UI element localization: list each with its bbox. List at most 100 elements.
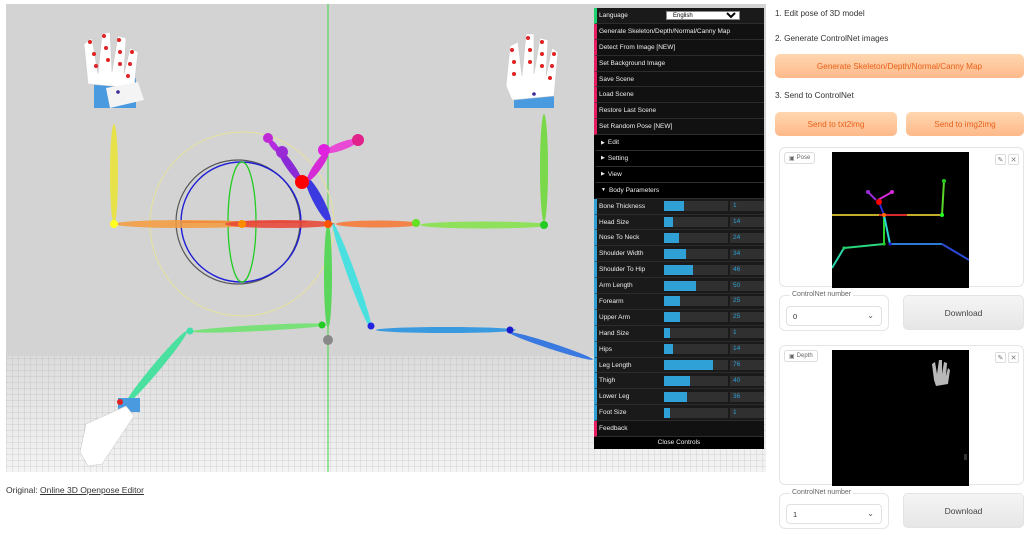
bone-torso-right[interactable] bbox=[329, 222, 375, 330]
download-pose-button[interactable]: Download bbox=[903, 295, 1024, 330]
set-random-pose-button[interactable]: Set Random Pose [NEW] bbox=[594, 119, 764, 136]
bone-left-thigh[interactable] bbox=[192, 321, 328, 334]
slider-row[interactable]: Leg Length 76 bbox=[594, 357, 764, 374]
slider-track[interactable] bbox=[664, 360, 728, 371]
slider-track[interactable] bbox=[664, 391, 728, 402]
slider-track[interactable] bbox=[664, 264, 728, 275]
slider-track[interactable] bbox=[664, 217, 728, 228]
edit-icon[interactable]: ✎ bbox=[995, 352, 1006, 363]
bone-right-upper-arm[interactable] bbox=[420, 221, 548, 229]
folder-body-parameters[interactable]: ▼ Body Parameters bbox=[594, 182, 764, 199]
slider-track[interactable] bbox=[664, 312, 728, 323]
generate-maps-button[interactable]: Generate Skeleton/Depth/Normal/Canny Map bbox=[594, 23, 764, 40]
joint-right-wrist[interactable] bbox=[540, 221, 548, 229]
controlnet-number-select-1[interactable]: 0 ⌄ bbox=[786, 306, 882, 326]
slider-row[interactable]: Head Size 14 bbox=[594, 214, 764, 231]
right-hand-model[interactable] bbox=[505, 33, 559, 108]
detect-from-image-button[interactable]: Detect From Image [NEW] bbox=[594, 39, 764, 56]
close-controls-button[interactable]: Close Controls bbox=[594, 437, 764, 450]
slider-row[interactable]: Shoulder To Hip 46 bbox=[594, 262, 764, 279]
slider-row[interactable]: Forearm 25 bbox=[594, 294, 764, 310]
slider-track[interactable] bbox=[664, 232, 728, 243]
depth-preview-image[interactable] bbox=[832, 350, 969, 486]
slider-row[interactable]: Nose To Neck 24 bbox=[594, 230, 764, 247]
slider-label: Lower Leg bbox=[599, 393, 630, 401]
slider-row[interactable]: Hips 14 bbox=[594, 341, 764, 358]
bone-right-forearm[interactable] bbox=[540, 114, 548, 222]
slider-value-input[interactable]: 25 bbox=[730, 312, 764, 323]
download-depth-button[interactable]: Download bbox=[903, 493, 1024, 528]
slider-value-input[interactable]: 50 bbox=[730, 280, 764, 291]
close-icon[interactable]: ✕ bbox=[1008, 352, 1019, 363]
joint-left-hand[interactable] bbox=[110, 220, 118, 228]
joint-left-eye[interactable] bbox=[276, 146, 288, 158]
send-to-img2img-button[interactable]: Send to img2img bbox=[906, 112, 1024, 136]
slider-value-input[interactable]: 25 bbox=[730, 296, 764, 307]
slider-fill bbox=[664, 312, 680, 323]
set-background-image-button[interactable]: Set Background Image bbox=[594, 55, 764, 72]
generate-maps-main-button[interactable]: Generate Skeleton/Depth/Normal/Canny Map bbox=[775, 54, 1024, 78]
controlnet-number-select-2[interactable]: 1 ⌄ bbox=[786, 504, 882, 524]
original-editor-link[interactable]: Online 3D Openpose Editor bbox=[40, 485, 144, 495]
slider-track[interactable] bbox=[664, 201, 728, 212]
joint-right-elbow[interactable] bbox=[412, 219, 420, 227]
slider-row[interactable]: Thigh 40 bbox=[594, 373, 764, 390]
slider-track[interactable] bbox=[664, 407, 728, 418]
send-to-txt2img-button[interactable]: Send to txt2img bbox=[775, 112, 897, 136]
slider-track[interactable] bbox=[664, 280, 728, 291]
chevron-down-icon: ⌄ bbox=[867, 311, 874, 320]
slider-row[interactable]: Arm Length 50 bbox=[594, 278, 764, 295]
slider-row[interactable]: Upper Arm 25 bbox=[594, 309, 764, 326]
folder-edit[interactable]: ▶ Edit bbox=[594, 135, 764, 152]
slider-value-input[interactable]: 14 bbox=[730, 344, 764, 355]
close-icon[interactable]: ✕ bbox=[1008, 154, 1019, 165]
folder-setting[interactable]: ▶ Setting bbox=[594, 151, 764, 167]
save-scene-button[interactable]: Save Scene bbox=[594, 71, 764, 88]
bone-right-thigh[interactable] bbox=[376, 327, 516, 333]
joint-left-knee[interactable] bbox=[186, 327, 194, 335]
slider-track[interactable] bbox=[664, 296, 728, 307]
slider-track[interactable] bbox=[664, 328, 728, 339]
slider-value-input[interactable]: 76 bbox=[730, 360, 764, 371]
slider-fill bbox=[664, 201, 685, 212]
slider-value-input[interactable]: 14 bbox=[730, 217, 764, 228]
slider-row[interactable]: Lower Leg 36 bbox=[594, 389, 764, 406]
bone-torso-left[interactable] bbox=[324, 224, 332, 328]
slider-value-input[interactable]: 36 bbox=[730, 391, 764, 402]
left-hand-model[interactable] bbox=[83, 31, 144, 108]
bone-left-upper-arm[interactable] bbox=[110, 124, 118, 224]
slider-value-input[interactable]: 1 bbox=[730, 328, 764, 339]
slider-track[interactable] bbox=[664, 248, 728, 259]
app-root: Language English Generate Skeleton/Depth… bbox=[0, 0, 1024, 535]
edit-icon[interactable]: ✎ bbox=[995, 154, 1006, 165]
slider-track[interactable] bbox=[664, 344, 728, 355]
slider-track[interactable] bbox=[664, 375, 728, 386]
slider-row[interactable]: Hand Size 1 bbox=[594, 325, 764, 342]
slider-row[interactable]: Bone Thickness 1 bbox=[594, 198, 764, 215]
slider-value-input[interactable]: 24 bbox=[730, 232, 764, 243]
folder-view[interactable]: ▶ View bbox=[594, 166, 764, 183]
joint-nose[interactable] bbox=[295, 175, 309, 189]
joint-left-shoulder[interactable] bbox=[238, 220, 246, 228]
slider-value-input[interactable]: 34 bbox=[730, 248, 764, 259]
joint-right-eye[interactable] bbox=[318, 144, 330, 156]
slider-row[interactable]: Shoulder Width 34 bbox=[594, 246, 764, 263]
slider-value-input[interactable]: 40 bbox=[730, 375, 764, 386]
control-panel[interactable]: Language English Generate Skeleton/Depth… bbox=[594, 8, 764, 450]
language-select[interactable]: English bbox=[666, 10, 740, 20]
slider-value-input[interactable]: 1 bbox=[730, 201, 764, 212]
pose-preview-image[interactable] bbox=[832, 152, 969, 288]
feedback-button[interactable]: Feedback bbox=[594, 421, 764, 438]
restore-last-scene-button[interactable]: Restore Last Scene bbox=[594, 103, 764, 120]
joint-neck[interactable] bbox=[324, 220, 332, 228]
joint-right-knee[interactable] bbox=[506, 326, 514, 334]
slider-label: Thigh bbox=[599, 377, 616, 385]
slider-value-input[interactable]: 1 bbox=[730, 407, 764, 418]
slider-value-input[interactable]: 46 bbox=[730, 264, 764, 275]
slider-row[interactable]: Foot Size 1 bbox=[594, 405, 764, 422]
joint-left-hip[interactable] bbox=[318, 321, 326, 329]
3d-viewport[interactable]: Language English Generate Skeleton/Depth… bbox=[6, 4, 766, 472]
load-scene-button[interactable]: Load Scene bbox=[594, 87, 764, 104]
slider-fill bbox=[664, 248, 686, 259]
joint-right-hip[interactable] bbox=[367, 322, 375, 330]
